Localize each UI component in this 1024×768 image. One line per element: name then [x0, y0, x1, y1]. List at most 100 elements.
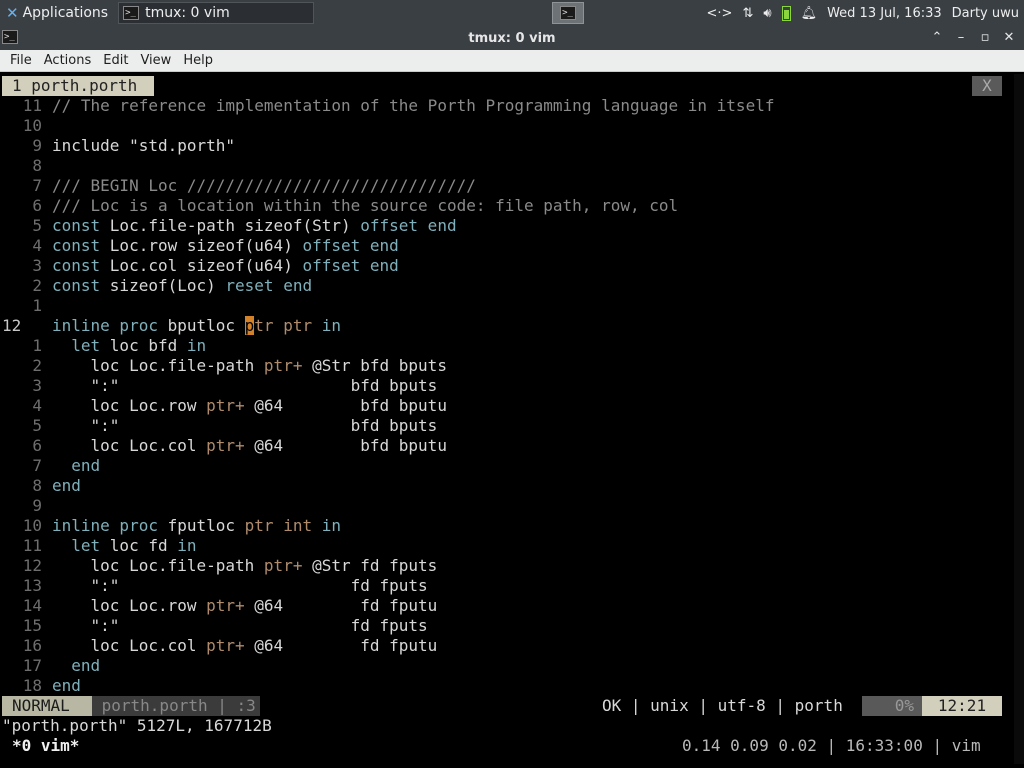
code-line[interactable]: 8 end [0, 476, 1010, 496]
code-line[interactable]: 3 const Loc.col sizeof(u64) offset end [0, 256, 1010, 276]
code-line[interactable]: 4 loc Loc.row ptr+ @64 bfd bputu [0, 396, 1010, 416]
code-line[interactable]: 1 let loc bfd in [0, 336, 1010, 356]
system-tray: <·> ⇅ 🔊︎ 🔔︎ Wed 13 Jul, 16:33 Darty uwu [702, 0, 1024, 26]
line-number: 4 [32, 396, 42, 415]
code-line-current[interactable]: 12 inline proc bputloc ptr ptr in [0, 316, 1010, 336]
statusline-percent: 0% [862, 696, 922, 716]
clock[interactable]: Wed 13 Jul, 16:33 [822, 0, 947, 26]
code-line[interactable]: 12 loc Loc.file-path ptr+ @Str fd fputs [0, 556, 1010, 576]
code-line[interactable]: 2 loc Loc.file-path ptr+ @Str bfd bputs [0, 356, 1010, 376]
code-line[interactable]: 13 ":" fd fputs [0, 576, 1010, 596]
code-token: const [52, 236, 110, 255]
line-text: /// BEGIN Loc //////////////////////////… [52, 176, 476, 196]
code-line[interactable]: 9 [0, 496, 1010, 516]
line-text: /// Loc is a location within the source … [52, 196, 678, 216]
code-line[interactable]: 7 end [0, 456, 1010, 476]
code-line[interactable]: 5 ":" bfd bputs [0, 416, 1010, 436]
code-line[interactable]: 5 const Loc.file-path sizeof(Str) offset … [0, 216, 1010, 236]
code-line[interactable]: 6 /// Loc is a location within the source… [0, 196, 1010, 216]
vim-tab-close[interactable]: X [972, 76, 1002, 96]
code-token: @Str fd fputs [302, 556, 438, 575]
minimize-button[interactable]: – [952, 28, 970, 48]
terminal-area[interactable]: 1 porth.porth X 11// The reference imple… [0, 72, 1024, 768]
code-line[interactable]: 15 ":" fd fputs [0, 616, 1010, 636]
code-line[interactable]: 18 end [0, 676, 1010, 696]
code-token: const [52, 216, 110, 235]
code-line[interactable]: 4 const Loc.row sizeof(u64) offset end [0, 236, 1010, 256]
applications-label: Applications [22, 5, 109, 21]
code-line[interactable]: 10 inline proc fputloc ptr int in [0, 516, 1010, 536]
code-line[interactable]: 9 include "std.porth" [0, 136, 1010, 156]
code-line[interactable]: 17 end [0, 656, 1010, 676]
code-line[interactable]: 16 loc Loc.col ptr+ @64 fd fputu [0, 636, 1010, 656]
line-number: 3 [32, 256, 42, 275]
code-line[interactable]: 11 // The reference implementation of the… [0, 96, 1010, 116]
code-token: loc Loc.col [52, 636, 207, 655]
code-line[interactable]: 14 loc Loc.row ptr+ @64 fd fputu [0, 596, 1010, 616]
code-token: end [52, 456, 101, 475]
code-line[interactable]: 7 /// BEGIN Loc /////////////////////////… [0, 176, 1010, 196]
code-token: loc Loc.file-path [52, 556, 264, 575]
user-menu[interactable]: Darty uwu [947, 0, 1024, 26]
code-token: end [52, 676, 81, 695]
scrollbar[interactable] [1014, 74, 1024, 764]
code-token: Loc.file-path sizeof(Str) [109, 216, 361, 235]
menu-view[interactable]: View [134, 50, 177, 72]
code-token: ptr+ [206, 636, 245, 655]
tmux-statusbar: *0 vim* 0.14 0.09 0.02 | 16:33:00 | vim [0, 736, 1024, 756]
code-token: offset end [302, 236, 399, 255]
taskbar-button-terminal[interactable]: >_ tmux: 0 vim [118, 2, 315, 24]
line-number: 11 [22, 536, 42, 555]
line-number: 8 [32, 156, 42, 175]
code-line[interactable]: 6 loc Loc.col ptr+ @64 bfd bputu [0, 436, 1010, 456]
code-token: in [321, 516, 341, 535]
code-token: end [52, 656, 101, 675]
collapse-button[interactable]: ⌃ [928, 28, 946, 48]
code-token: @Str bfd bputs [302, 356, 447, 375]
line-text: const sizeof(Loc) reset end [52, 276, 312, 296]
line-text: end [52, 676, 81, 696]
code-line[interactable]: 3 ":" bfd bputs [0, 376, 1010, 396]
code-token: Loc.col sizeof(u64) [109, 256, 303, 275]
window-titlebar[interactable]: >_ tmux: 0 vim ⌃ – ▫ ✕ [0, 26, 1024, 50]
network-icon[interactable]: <·> [702, 0, 738, 26]
code-token: ptr+ [206, 436, 245, 455]
code-token: sizeof(Loc) [109, 276, 226, 295]
vim-tab-porth[interactable]: 1 porth.porth [2, 76, 154, 96]
code-line[interactable]: 1 [0, 296, 1010, 316]
line-number: 6 [32, 436, 42, 455]
menu-help[interactable]: Help [177, 50, 219, 72]
menu-actions[interactable]: Actions [38, 50, 98, 72]
workspace-switcher[interactable]: >_ [552, 2, 585, 24]
menu-file[interactable]: File [4, 50, 38, 72]
transfer-arrows-icon[interactable]: ⇅ [737, 0, 758, 26]
line-text: ":" fd fputs [52, 576, 428, 596]
code-line[interactable]: 10 [0, 116, 1010, 136]
line-text: include "std.porth" [52, 136, 235, 156]
code-token: const [52, 256, 110, 275]
battery-icon[interactable] [777, 0, 796, 26]
line-number: 9 [32, 496, 42, 515]
line-text: ":" bfd bputs [52, 376, 438, 396]
code-line[interactable]: 11 let loc fd in [0, 536, 1010, 556]
vim-cmdline[interactable]: "porth.porth" 5127L, 167712B [2, 716, 272, 736]
bell-icon[interactable]: 🔔︎ [796, 0, 823, 26]
volume-icon[interactable]: 🔊︎ [758, 0, 776, 26]
text-cursor: p [244, 316, 255, 335]
maximize-button[interactable]: ▫ [976, 28, 994, 48]
line-number: 2 [32, 356, 42, 375]
applications-menu[interactable]: ✕ Applications [0, 0, 114, 26]
line-text: loc Loc.col ptr+ @64 bfd bputu [52, 436, 447, 456]
tmux-window-tab[interactable]: *0 vim* [12, 736, 79, 756]
code-token: loc Loc.row [52, 396, 207, 415]
menu-edit[interactable]: Edit [97, 50, 134, 72]
line-number: 3 [32, 376, 42, 395]
line-text: const Loc.file-path sizeof(Str) offset e… [52, 216, 457, 236]
code-line[interactable]: 8 [0, 156, 1010, 176]
window-title: tmux: 0 vim [468, 30, 556, 46]
close-button[interactable]: ✕ [1000, 28, 1018, 48]
code-line[interactable]: 2 const sizeof(Loc) reset end [0, 276, 1010, 296]
code-token: include "std.porth" [52, 136, 236, 155]
line-number: 13 [22, 576, 42, 595]
line-number: 1 [32, 336, 42, 355]
